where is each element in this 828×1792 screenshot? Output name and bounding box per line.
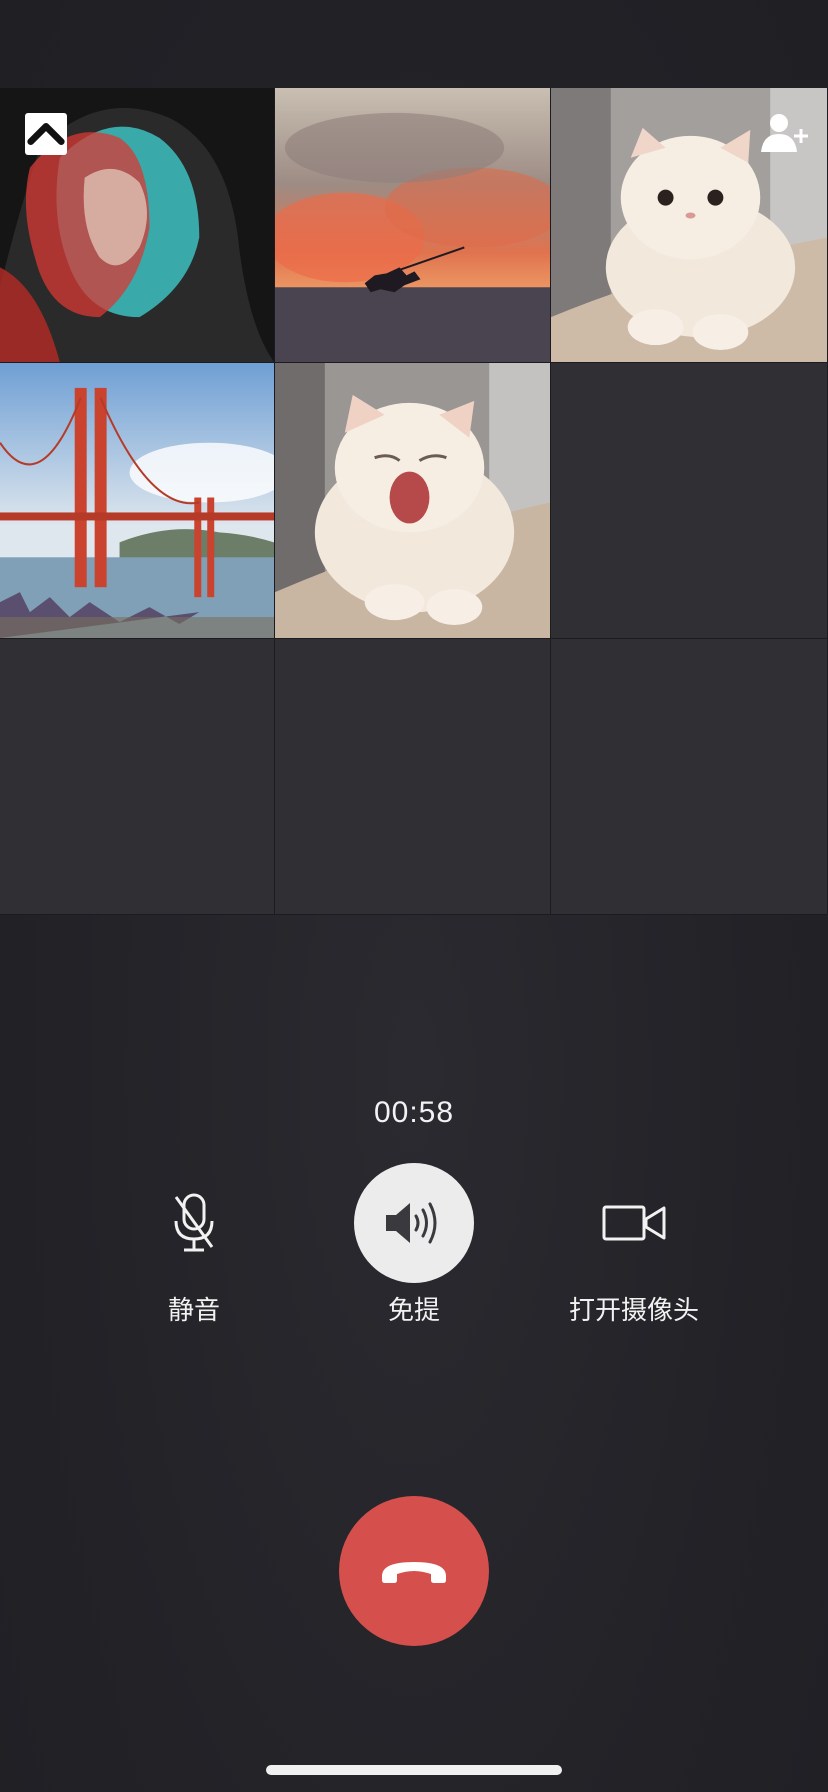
speaker-icon <box>386 1202 437 1244</box>
empty-slot <box>551 639 828 915</box>
camera-label: 打开摄像头 <box>568 1295 699 1325</box>
hang-up-icon <box>382 1562 446 1583</box>
participant-tile[interactable] <box>551 88 828 363</box>
speaker-button[interactable]: 免提 <box>314 1163 514 1327</box>
mute-label: 静音 <box>167 1295 220 1325</box>
participant-avatar <box>0 363 274 638</box>
add-member-button[interactable] <box>759 112 811 154</box>
participant-grid <box>0 88 828 915</box>
chevron-up-icon <box>27 123 65 145</box>
add-person-icon <box>761 114 808 152</box>
camera-icon-wrap <box>574 1163 694 1283</box>
participant-tile[interactable] <box>275 363 551 639</box>
call-screen: 00:58 静音 免提 打开摄像头 <box>0 0 828 1792</box>
video-camera-icon <box>602 1205 666 1241</box>
mute-button[interactable]: 静音 <box>94 1163 294 1327</box>
participant-tile[interactable] <box>0 363 275 639</box>
speaker-label: 免提 <box>387 1295 440 1325</box>
participant-avatar <box>275 363 550 638</box>
collapse-button[interactable] <box>25 113 67 155</box>
empty-slot <box>551 363 828 639</box>
empty-slot <box>275 639 551 915</box>
home-indicator[interactable] <box>266 1765 562 1775</box>
camera-button[interactable]: 打开摄像头 <box>534 1163 734 1327</box>
microphone-off-icon <box>174 1193 214 1252</box>
participant-tile[interactable] <box>0 88 275 363</box>
participant-avatar <box>275 88 550 362</box>
mute-icon-wrap <box>134 1163 254 1283</box>
call-controls: 静音 免提 打开摄像头 <box>0 1163 828 1333</box>
speaker-icon-wrap <box>354 1163 474 1283</box>
call-timer: 00:58 <box>373 1096 455 1129</box>
empty-slot <box>0 639 275 915</box>
participant-tile[interactable] <box>275 88 551 363</box>
hang-up-button[interactable] <box>339 1496 489 1646</box>
